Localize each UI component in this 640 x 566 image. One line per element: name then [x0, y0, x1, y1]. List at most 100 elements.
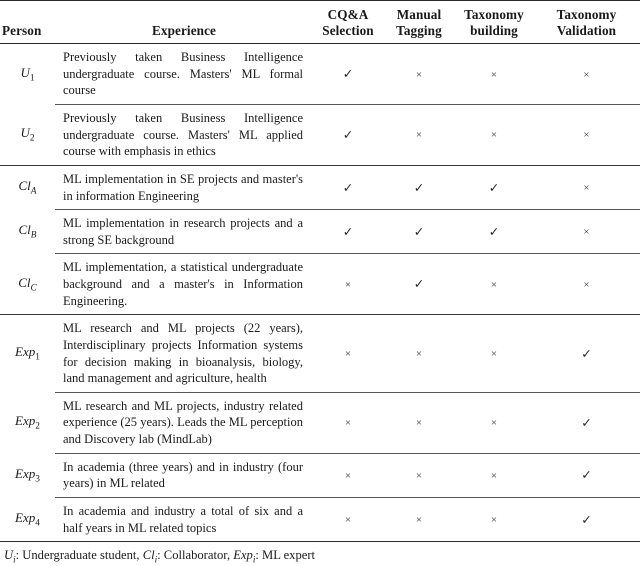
- check-icon: ✓: [342, 127, 354, 142]
- footnote-symbol: Expi: [233, 548, 256, 565]
- cross-icon: ×: [415, 129, 423, 142]
- cell-taxonomy-validation: ✓: [533, 452, 640, 498]
- cell-taxonomy-building: ×: [455, 253, 533, 315]
- table-header: Person Experience CQ&A Selection Manual …: [0, 0, 640, 45]
- cell-experience: In academia and industry a total of six …: [55, 496, 313, 542]
- cell-person: ClA: [0, 164, 55, 210]
- cross-icon: ×: [415, 348, 423, 361]
- table-row: U1 Previously taken Business Intelligence…: [0, 44, 640, 105]
- cell-taxonomy-building: ×: [455, 496, 533, 542]
- cross-icon: ×: [583, 68, 590, 81]
- cross-icon: ×: [415, 469, 423, 482]
- cell-manual-tagging: ×: [383, 496, 455, 542]
- check-icon: ✓: [581, 468, 592, 483]
- table-row: ClB ML implementation in research project…: [0, 209, 640, 254]
- cross-icon: ×: [490, 469, 498, 482]
- cell-manual-tagging: ×: [383, 314, 455, 393]
- cell-person: ClB: [18, 222, 37, 242]
- cell-experience: In academia (three years) and in industr…: [55, 452, 313, 498]
- cross-icon: ×: [490, 129, 498, 142]
- check-icon: ✓: [413, 180, 425, 195]
- column-header-taxonomy-building: Taxonomy building: [455, 0, 533, 45]
- cross-icon: ×: [490, 278, 498, 291]
- cell-person: U2: [20, 125, 35, 145]
- cell-taxonomy-building: ✓: [455, 209, 533, 254]
- cell-person: Exp4: [15, 509, 40, 529]
- footnote-text: : Undergraduate student,: [15, 548, 143, 563]
- cell-taxonomy-building: ×: [455, 391, 533, 454]
- cell-cqa-selection: ✓: [313, 104, 383, 166]
- column-header-taxonomy-validation: Taxonomy Validation: [533, 0, 640, 45]
- cross-icon: ×: [415, 417, 423, 430]
- table-body: U1 Previously taken Business Intelligence…: [0, 44, 640, 543]
- check-icon: ✓: [488, 180, 500, 195]
- cell-cqa-selection: ×: [313, 314, 383, 393]
- cell-taxonomy-validation: ✓: [533, 391, 640, 454]
- table-row: Exp4 In academia and industry a total of …: [0, 496, 640, 542]
- footnote-text: : ML expert: [255, 548, 316, 563]
- cell-cqa-selection: ×: [313, 496, 383, 542]
- cell-experience: ML implementation in SE projects and mas…: [55, 164, 313, 210]
- cell-cqa-selection: ×: [313, 253, 383, 315]
- column-header-experience: Experience: [55, 0, 313, 45]
- table-row: U2 Previously taken Business Intelligence…: [0, 104, 640, 166]
- cell-taxonomy-validation: ✓: [533, 314, 640, 393]
- cell-taxonomy-validation: ✓: [533, 496, 640, 542]
- footnote-text: : Collaborator,: [157, 548, 234, 563]
- cell-cqa-selection: ×: [313, 452, 383, 498]
- cross-icon: ×: [490, 514, 498, 527]
- cross-icon: ×: [490, 68, 498, 81]
- table-row: Exp3 In academia (three years) and in ind…: [0, 452, 640, 498]
- check-icon: ✓: [581, 346, 592, 361]
- cell-taxonomy-validation: ×: [533, 209, 640, 254]
- table-row: Exp1 ML research and ML projects (22 year…: [0, 314, 640, 393]
- check-icon: ✓: [342, 67, 354, 82]
- column-header-person: Person: [0, 0, 55, 45]
- footnote-symbol: Cli: [142, 548, 158, 565]
- cell-person: U1: [20, 65, 35, 84]
- cell-experience: ML research and ML projects (22 years), …: [55, 314, 313, 393]
- check-icon: ✓: [413, 277, 425, 292]
- check-icon: ✓: [413, 224, 425, 239]
- cell-experience: ML implementation in research projects a…: [55, 209, 313, 254]
- cross-icon: ×: [415, 514, 423, 527]
- column-header-manual-tagging: Manual Tagging: [383, 0, 455, 45]
- cell-manual-tagging: ✓: [383, 253, 455, 315]
- cell-experience: Previously taken Business Intelligence u…: [55, 104, 313, 166]
- cross-icon: ×: [344, 348, 352, 361]
- check-icon: ✓: [581, 415, 592, 430]
- cell-manual-tagging: ×: [383, 391, 455, 454]
- cell-taxonomy-building: ×: [455, 314, 533, 393]
- cell-taxonomy-validation: ×: [533, 164, 640, 210]
- check-icon: ✓: [581, 512, 592, 527]
- cross-icon: ×: [415, 68, 423, 81]
- cross-icon: ×: [344, 417, 352, 430]
- cross-icon: ×: [490, 417, 498, 430]
- cell-manual-tagging: ×: [383, 452, 455, 498]
- cell-person: Exp3: [15, 465, 40, 485]
- cross-icon: ×: [344, 514, 352, 527]
- cross-icon: ×: [344, 278, 352, 291]
- cell-experience: Previously taken Business Intelligence u…: [63, 50, 303, 98]
- cell-person: Exp1: [0, 314, 55, 393]
- cell-cqa-selection: ×: [313, 391, 383, 454]
- cell-taxonomy-validation: ×: [533, 44, 640, 105]
- check-icon: ✓: [342, 224, 354, 239]
- experience-table-container: Person Experience CQ&A Selection Manual …: [0, 0, 640, 566]
- cell-manual-tagging: ×: [383, 44, 455, 105]
- table-row: ClC ML implementation, a statistical unde…: [0, 253, 640, 315]
- table-row: Exp2 ML research and ML projects, industr…: [0, 391, 640, 454]
- cell-manual-tagging: ✓: [383, 164, 455, 210]
- check-icon: ✓: [342, 180, 354, 195]
- cell-cqa-selection: ✓: [313, 209, 383, 254]
- cell-person: Exp2: [15, 413, 40, 433]
- cell-taxonomy-validation: ×: [533, 253, 640, 315]
- cell-taxonomy-building: ×: [455, 44, 533, 105]
- cell-manual-tagging: ✓: [383, 209, 455, 254]
- cell-taxonomy-building: ×: [455, 452, 533, 498]
- cell-cqa-selection: ✓: [313, 164, 383, 210]
- cell-experience: ML research and ML projects, industry re…: [55, 391, 313, 454]
- participant-experience-table: Person Experience CQ&A Selection Manual …: [0, 0, 640, 543]
- cross-icon: ×: [583, 278, 590, 291]
- cell-person: ClC: [18, 274, 37, 294]
